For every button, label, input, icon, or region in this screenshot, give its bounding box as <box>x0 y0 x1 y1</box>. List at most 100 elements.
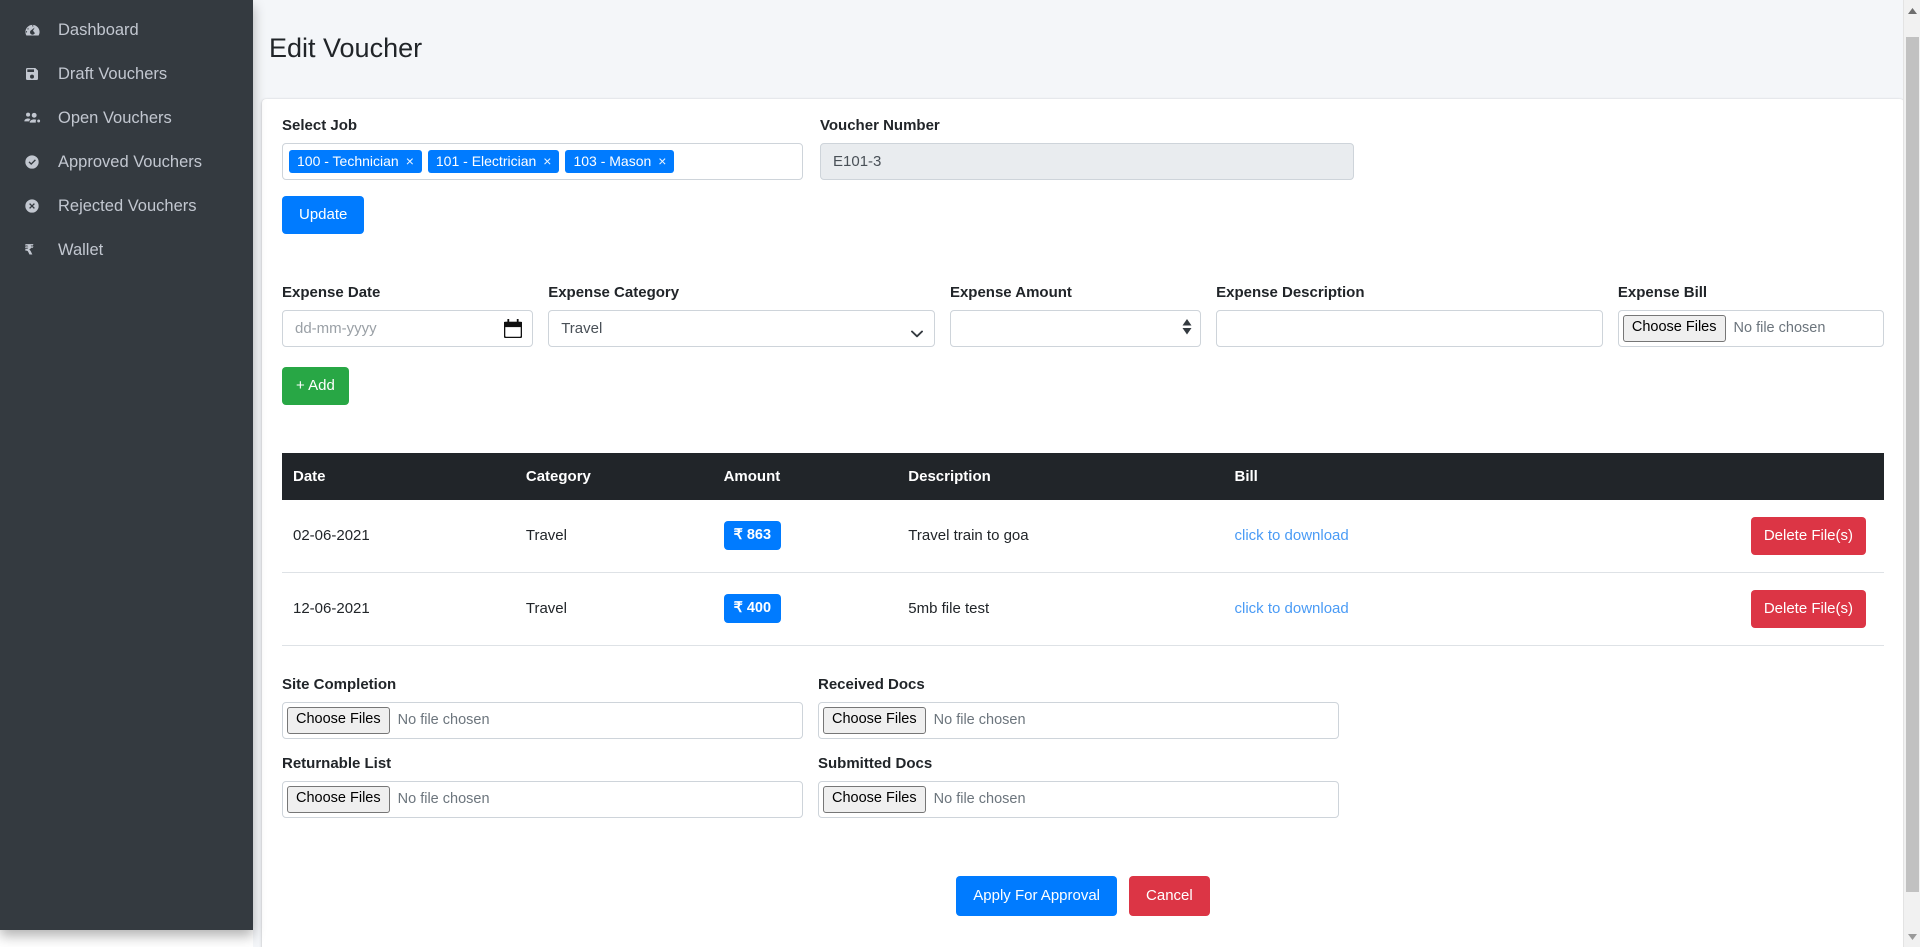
expense-description-input[interactable] <box>1216 309 1603 347</box>
expense-date-label: Expense Date <box>282 283 381 301</box>
choose-files-button[interactable]: Choose Files <box>823 785 926 813</box>
cell-actions: Delete File(s) <box>1582 572 1884 646</box>
choose-files-button[interactable]: Choose Files <box>287 785 390 813</box>
stepper-up-icon <box>1182 318 1192 326</box>
apply-for-approval-button[interactable]: Apply For Approval <box>956 875 1118 916</box>
save-icon <box>24 66 48 82</box>
expense-category-select[interactable]: Travel <box>548 309 935 347</box>
cell-actions: Delete File(s) <box>1582 499 1884 573</box>
voucher-number-input[interactable] <box>820 142 1354 180</box>
job-token[interactable]: 103 - Mason × <box>565 149 675 173</box>
cell-amount: ₹ 863 <box>712 499 898 573</box>
app-root: Dashboard Draft Vouchers Open Vouchers A… <box>0 0 1920 947</box>
file-status-label: No file chosen <box>933 791 1026 808</box>
expense-description-label: Expense Description <box>1216 283 1365 301</box>
expense-amount-wrapper <box>949 309 1202 347</box>
returnable-list-label: Returnable List <box>282 754 392 772</box>
sidebar-item-open-vouchers[interactable]: Open Vouchers <box>0 96 253 140</box>
file-status-label: No file chosen <box>933 712 1026 729</box>
site-completion-group: Site Completion Choose Files No file cho… <box>282 676 818 739</box>
table-row: 02-06-2021 Travel ₹ 863 Travel train to … <box>282 499 1884 573</box>
submitted-docs-group: Submitted Docs Choose Files No file chos… <box>818 755 1354 818</box>
sidebar-item-label: Open Vouchers <box>58 108 172 127</box>
column-header-description: Description <box>897 452 1224 500</box>
sidebar: Dashboard Draft Vouchers Open Vouchers A… <box>0 0 253 930</box>
site-completion-label: Site Completion <box>282 675 397 693</box>
tachometer-icon <box>24 22 48 39</box>
received-docs-file-input[interactable]: Choose Files No file chosen <box>818 701 1339 739</box>
amount-badge: ₹ 400 <box>723 593 782 624</box>
documents-section: Site Completion Choose Files No file cho… <box>282 676 1884 834</box>
cell-date: 12-06-2021 <box>282 572 515 646</box>
delete-files-button[interactable]: Delete File(s) <box>1750 589 1866 628</box>
job-token[interactable]: 100 - Technician × <box>289 149 422 173</box>
scrollbar-thumb[interactable] <box>1906 37 1919 892</box>
expense-bill-group: Expense Bill Choose Files No file chosen <box>1617 283 1885 352</box>
close-icon[interactable]: × <box>658 154 666 168</box>
submitted-docs-label: Submitted Docs <box>818 754 933 772</box>
column-header-date: Date <box>282 452 515 500</box>
cell-description: 5mb file test <box>897 572 1224 646</box>
choose-files-button[interactable]: Choose Files <box>1622 314 1726 342</box>
expense-bill-label: Expense Bill <box>1617 283 1708 301</box>
submitted-docs-file-input[interactable]: Choose Files No file chosen <box>818 780 1339 818</box>
returnable-list-group: Returnable List Choose Files No file cho… <box>282 755 818 818</box>
voucher-card: Select Job 100 - Technician × 101 - Elec… <box>262 98 1904 947</box>
times-circle-icon <box>24 198 48 214</box>
job-token[interactable]: 101 - Electrician × <box>427 149 560 173</box>
sidebar-item-approved-vouchers[interactable]: Approved Vouchers <box>0 140 253 184</box>
scroll-down-arrow-icon[interactable] <box>1904 928 1920 945</box>
table-header-row: Date Category Amount Description Bill <box>282 452 1884 500</box>
sidebar-item-wallet[interactable]: ₹ Wallet <box>0 228 253 272</box>
sidebar-item-label: Dashboard <box>58 20 139 39</box>
job-token-label: 103 - Mason <box>573 152 652 169</box>
cell-bill: click to download <box>1223 572 1583 646</box>
cell-amount: ₹ 400 <box>712 572 898 646</box>
expense-bill-file-input[interactable]: Choose Files No file chosen <box>1617 309 1885 347</box>
scroll-up-arrow-icon[interactable] <box>1904 2 1920 19</box>
table-body: 02-06-2021 Travel ₹ 863 Travel train to … <box>282 499 1884 646</box>
sidebar-item-draft-vouchers[interactable]: Draft Vouchers <box>0 52 253 96</box>
returnable-list-file-input[interactable]: Choose Files No file chosen <box>282 780 803 818</box>
add-expense-button[interactable]: + Add <box>282 366 349 405</box>
sidebar-item-label: Draft Vouchers <box>58 64 168 83</box>
close-icon[interactable]: × <box>543 154 551 168</box>
choose-files-button[interactable]: Choose Files <box>823 706 926 734</box>
cell-description: Travel train to goa <box>897 499 1224 573</box>
expense-entry-row: Expense Date dd-mm-yyyy Expense Category… <box>282 283 1885 352</box>
sidebar-item-label: Approved Vouchers <box>58 152 203 171</box>
column-header-category: Category <box>514 452 713 500</box>
table-header: Date Category Amount Description Bill <box>282 452 1884 500</box>
cell-category: Travel <box>514 499 713 573</box>
amount-badge: ₹ 863 <box>723 520 782 551</box>
cancel-button[interactable]: Cancel <box>1129 875 1210 916</box>
rupee-icon: ₹ <box>24 242 48 258</box>
select-job-group: Select Job 100 - Technician × 101 - Elec… <box>282 117 818 234</box>
svg-text:₹: ₹ <box>24 242 34 258</box>
page-scrollbar[interactable] <box>1903 0 1920 947</box>
expense-amount-label: Expense Amount <box>949 283 1072 301</box>
download-bill-link[interactable]: click to download <box>1235 600 1349 617</box>
choose-files-button[interactable]: Choose Files <box>287 706 390 734</box>
site-completion-file-input[interactable]: Choose Files No file chosen <box>282 701 803 739</box>
file-status-label: No file chosen <box>1733 320 1826 337</box>
expense-category-group: Expense Category Travel <box>548 284 950 352</box>
sidebar-item-rejected-vouchers[interactable]: Rejected Vouchers <box>0 184 253 228</box>
select-job-label: Select Job <box>282 116 358 134</box>
voucher-number-group: Voucher Number <box>818 117 1354 234</box>
sidebar-item-dashboard[interactable]: Dashboard <box>0 8 253 52</box>
delete-files-button[interactable]: Delete File(s) <box>1750 516 1866 555</box>
file-status-label: No file chosen <box>397 791 490 808</box>
select-job-input[interactable]: 100 - Technician × 101 - Electrician × 1… <box>282 142 803 180</box>
close-icon[interactable]: × <box>406 154 414 168</box>
expense-amount-input[interactable] <box>949 309 1202 347</box>
expense-date-input[interactable] <box>282 309 534 347</box>
form-actions: Apply For Approval Cancel <box>282 875 1884 916</box>
expense-description-group: Expense Description <box>1216 284 1618 352</box>
update-button[interactable]: Update <box>282 195 365 234</box>
job-token-label: 100 - Technician <box>297 152 399 169</box>
expense-date-wrapper <box>282 309 534 347</box>
cell-category: Travel <box>514 572 713 646</box>
quantity-stepper[interactable] <box>1182 318 1192 335</box>
download-bill-link[interactable]: click to download <box>1235 527 1349 544</box>
